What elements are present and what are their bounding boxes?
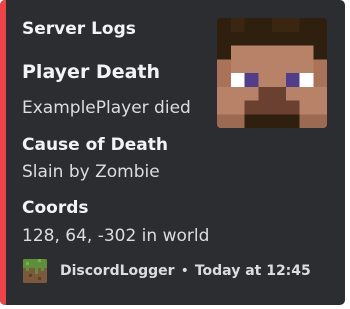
embed-author: Server Logs bbox=[22, 19, 136, 39]
minecraft-steve-head-icon[interactable] bbox=[217, 18, 327, 128]
embed-title: Player Death bbox=[22, 61, 161, 83]
footer-timestamp: Today at 12:45 bbox=[194, 263, 311, 279]
embed-description: ExamplePlayer died bbox=[22, 98, 191, 118]
grass-block-icon bbox=[22, 259, 48, 283]
embed-accent-bar bbox=[0, 0, 6, 305]
embed-footer: DiscordLogger • Today at 12:45 bbox=[22, 259, 311, 283]
footer-bot-name: DiscordLogger bbox=[60, 263, 175, 279]
field-name-coords: Coords bbox=[22, 198, 89, 218]
footer-separator: • bbox=[180, 263, 189, 279]
log-embed: Server Logs Player Death ExamplePlayer d… bbox=[0, 0, 345, 305]
field-name-cause: Cause of Death bbox=[22, 135, 168, 155]
field-value-cause: Slain by Zombie bbox=[22, 162, 160, 182]
field-value-coords: 128, 64, -302 in world bbox=[22, 226, 210, 246]
